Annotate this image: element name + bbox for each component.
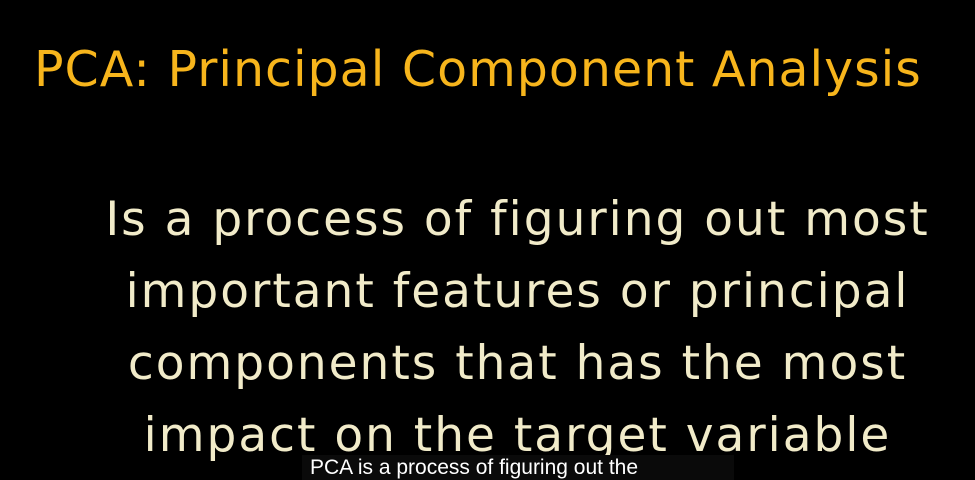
body-line: important features or principal — [125, 264, 910, 319]
body-line: components that has the most — [127, 336, 908, 391]
body-line: Is a process of figuring out most — [105, 192, 930, 247]
slide-title: PCA: Principal Component Analysis — [34, 41, 922, 98]
caption-text: PCA is a process of figuring out the — [310, 456, 639, 479]
closed-caption-bar: PCA is a process of figuring out the — [302, 455, 734, 480]
slide-body: Is a process of figuring out most import… — [40, 184, 975, 472]
video-frame[interactable]: PCA: Principal Component Analysis Is a p… — [0, 0, 975, 480]
